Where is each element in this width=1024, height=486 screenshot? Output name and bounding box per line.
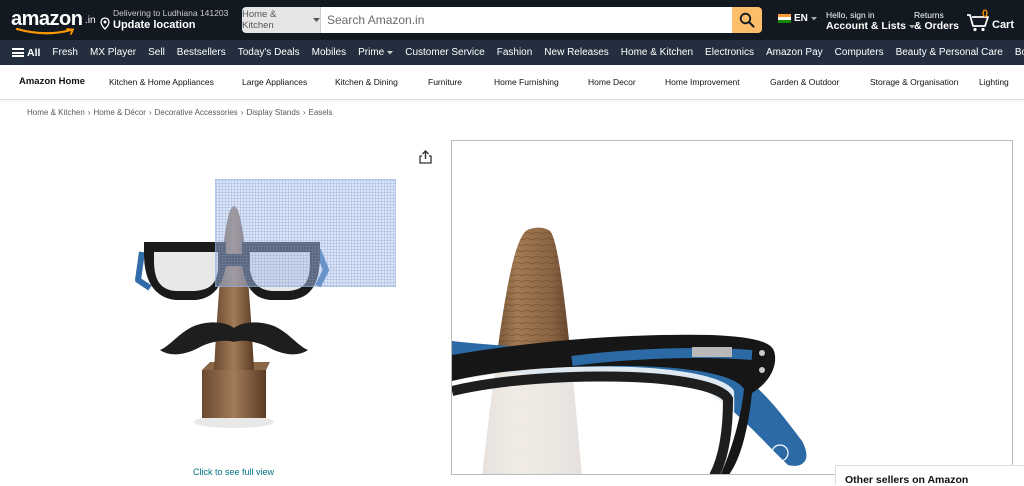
store-nav-lighting[interactable]: Lighting — [979, 77, 1009, 87]
deliver-to[interactable]: Delivering to Ludhiana 141203 Update loc… — [100, 7, 240, 35]
caret-down-icon — [313, 17, 320, 22]
deliver-line1: Delivering to Ludhiana 141203 — [113, 8, 229, 18]
logo-suffix: .in — [85, 15, 96, 26]
search-bar: Home & Kitchen — [242, 7, 762, 33]
cart-label: Cart — [992, 19, 1015, 31]
language-label: EN — [794, 13, 808, 24]
india-flag-icon — [778, 14, 791, 23]
search-icon — [739, 12, 755, 28]
account-lists[interactable]: Hello, sign in Account & Lists — [826, 10, 915, 32]
all-menu-button[interactable]: All — [12, 47, 40, 59]
nav-item-computers[interactable]: Computers — [835, 47, 884, 58]
store-nav-garden-outdoor[interactable]: Garden & Outdoor — [770, 77, 839, 87]
language-selector[interactable]: EN — [778, 13, 817, 24]
share-button[interactable] — [419, 150, 432, 169]
top-navigation-bar: amazon .in Delivering to Ludhiana 141203… — [0, 0, 1024, 40]
orders-label: & Orders — [914, 20, 959, 32]
nav-item-home-kitchen[interactable]: Home & Kitchen — [621, 47, 693, 58]
caret-down-icon — [810, 16, 817, 20]
breadcrumb-link[interactable]: Home & Kitchen — [27, 108, 85, 117]
main-navigation: All Fresh MX Player Sell Bestsellers Tod… — [0, 40, 1024, 65]
store-subnav: Amazon Home Kitchen & Home Appliances La… — [0, 65, 1024, 100]
cart-button[interactable]: 0 Cart — [966, 8, 1016, 34]
store-nav-home-improvement[interactable]: Home Improvement — [665, 77, 740, 87]
smile-icon — [15, 28, 75, 35]
nav-item-fashion[interactable]: Fashion — [497, 47, 533, 58]
search-category-label: Home & Kitchen — [242, 9, 277, 31]
nav-item-mx-player[interactable]: MX Player — [90, 47, 136, 58]
nav-item-prime[interactable]: Prime — [358, 47, 394, 58]
hamburger-icon — [12, 48, 24, 57]
returns-label: Returns — [914, 10, 944, 20]
store-nav-furniture[interactable]: Furniture — [428, 77, 462, 87]
nav-item-electronics[interactable]: Electronics — [705, 47, 754, 58]
store-nav-storage[interactable]: Storage & Organisation — [870, 77, 958, 87]
nav-item-bestsellers[interactable]: Bestsellers — [177, 47, 226, 58]
amazon-logo[interactable]: amazon .in — [11, 6, 96, 35]
breadcrumb-link[interactable]: Easels — [308, 108, 332, 117]
nav-item-amazon-pay[interactable]: Amazon Pay — [766, 47, 823, 58]
account-greeting: Hello, sign in — [826, 10, 875, 20]
deliver-line2: Update location — [113, 19, 196, 31]
search-input[interactable] — [321, 7, 732, 33]
breadcrumb-link[interactable]: Home & Décor — [93, 108, 145, 117]
breadcrumb-separator: › — [240, 108, 244, 117]
store-nav-home-decor[interactable]: Home Decor — [588, 77, 636, 87]
cart-count: 0 — [982, 8, 989, 20]
nav-item-books[interactable]: Books — [1015, 47, 1024, 58]
full-view-link[interactable]: Click to see full view — [193, 467, 274, 477]
nav-item-new-releases[interactable]: New Releases — [544, 47, 608, 58]
share-icon — [419, 150, 432, 164]
nav-item-mobiles[interactable]: Mobiles — [312, 47, 346, 58]
breadcrumb-separator: › — [87, 108, 91, 117]
store-nav-kitchen-appliances[interactable]: Kitchen & Home Appliances — [109, 77, 214, 87]
breadcrumb-link[interactable]: Display Stands — [246, 108, 299, 117]
nav-item-beauty[interactable]: Beauty & Personal Care — [896, 47, 1003, 58]
zoomed-product-image — [452, 227, 807, 474]
breadcrumb-separator: › — [302, 108, 306, 117]
zoom-preview-panel — [451, 140, 1013, 475]
breadcrumb: Home & Kitchen › Home & Décor › Decorative A… — [27, 108, 333, 117]
all-label: All — [27, 46, 41, 59]
breadcrumb-link[interactable]: Decorative Accessories — [155, 108, 238, 117]
store-nav-kitchen-dining[interactable]: Kitchen & Dining — [335, 77, 398, 87]
store-nav-home-furnishing[interactable]: Home Furnishing — [494, 77, 559, 87]
nav-item-prime-label: Prime — [358, 47, 385, 58]
nav-item-customer-service[interactable]: Customer Service — [405, 47, 484, 58]
search-button[interactable] — [732, 7, 762, 33]
store-nav-large-appliances[interactable]: Large Appliances — [242, 77, 307, 87]
location-pin-icon — [100, 17, 110, 30]
caret-down-icon — [387, 50, 394, 54]
nav-item-sell[interactable]: Sell — [148, 47, 165, 58]
nav-item-fresh[interactable]: Fresh — [52, 47, 78, 58]
breadcrumb-separator: › — [148, 108, 152, 117]
other-sellers-box[interactable]: Other sellers on Amazon — [835, 465, 1024, 486]
returns-orders[interactable]: Returns & Orders — [914, 10, 959, 32]
zoom-lens[interactable] — [215, 179, 396, 287]
nav-item-todays-deals[interactable]: Today's Deals — [238, 47, 300, 58]
account-label: Account & Lists — [826, 20, 915, 32]
other-sellers-title: Other sellers on Amazon — [845, 474, 969, 486]
search-category-dropdown[interactable]: Home & Kitchen — [242, 7, 321, 33]
store-home-link[interactable]: Amazon Home — [19, 76, 85, 87]
